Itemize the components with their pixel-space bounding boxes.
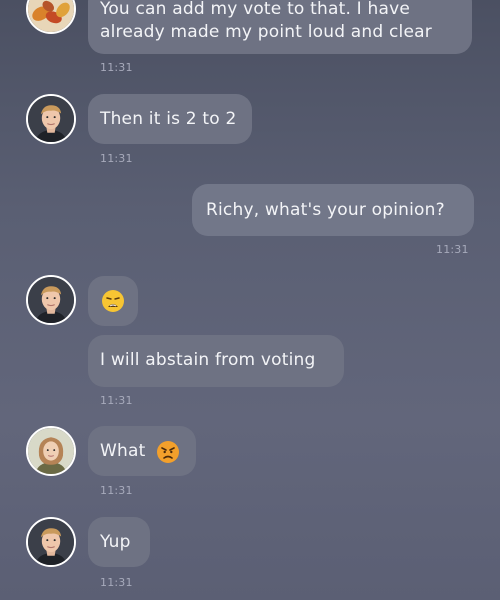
message-bubble[interactable]: What	[88, 426, 196, 476]
avatar[interactable]	[26, 0, 76, 34]
angry-face-icon	[156, 440, 180, 464]
message-bubble[interactable]: You can add my vote to that. I have alre…	[88, 0, 472, 54]
message-bubble[interactable]: Then it is 2 to 2	[88, 94, 252, 144]
avatar[interactable]	[26, 517, 76, 567]
chat-thread: You can add my vote to that. I have alre…	[0, 0, 500, 600]
message-timestamp: 11:31	[100, 484, 133, 497]
autumn-leaves-avatar-image	[28, 0, 74, 32]
message-timestamp: 11:31	[100, 152, 133, 165]
message-text: Yup	[100, 532, 131, 552]
message-timestamp: 11:31	[100, 394, 133, 407]
message-bubble[interactable]	[88, 276, 138, 326]
message-text: What	[100, 441, 146, 461]
man-portrait-avatar-image	[28, 519, 74, 565]
woman-portrait-avatar-image	[28, 428, 74, 474]
avatar[interactable]	[26, 94, 76, 144]
avatar[interactable]	[26, 426, 76, 476]
message-timestamp: 11:31	[100, 576, 133, 589]
avatar[interactable]	[26, 275, 76, 325]
message-timestamp: 11:31	[436, 243, 469, 256]
message-bubble[interactable]: I will abstain from voting	[88, 335, 344, 387]
message-text-line: You can add my vote to that. I have	[100, 0, 410, 19]
message-text: I will abstain from voting	[100, 350, 316, 370]
message-text: Richy, what's your opinion?	[206, 200, 445, 220]
weary-face-icon	[101, 289, 125, 313]
message-text: Then it is 2 to 2	[100, 109, 237, 129]
message-text: You can add my vote to that. I have alre…	[100, 0, 432, 44]
man-portrait-avatar-image	[28, 96, 74, 142]
message-bubble-outgoing[interactable]: Richy, what's your opinion?	[192, 184, 474, 236]
message-text-line: already made my point loud and clear	[100, 22, 432, 42]
message-timestamp: 11:31	[100, 61, 133, 74]
message-bubble[interactable]: Yup	[88, 517, 150, 567]
man-portrait-avatar-image	[28, 277, 74, 323]
